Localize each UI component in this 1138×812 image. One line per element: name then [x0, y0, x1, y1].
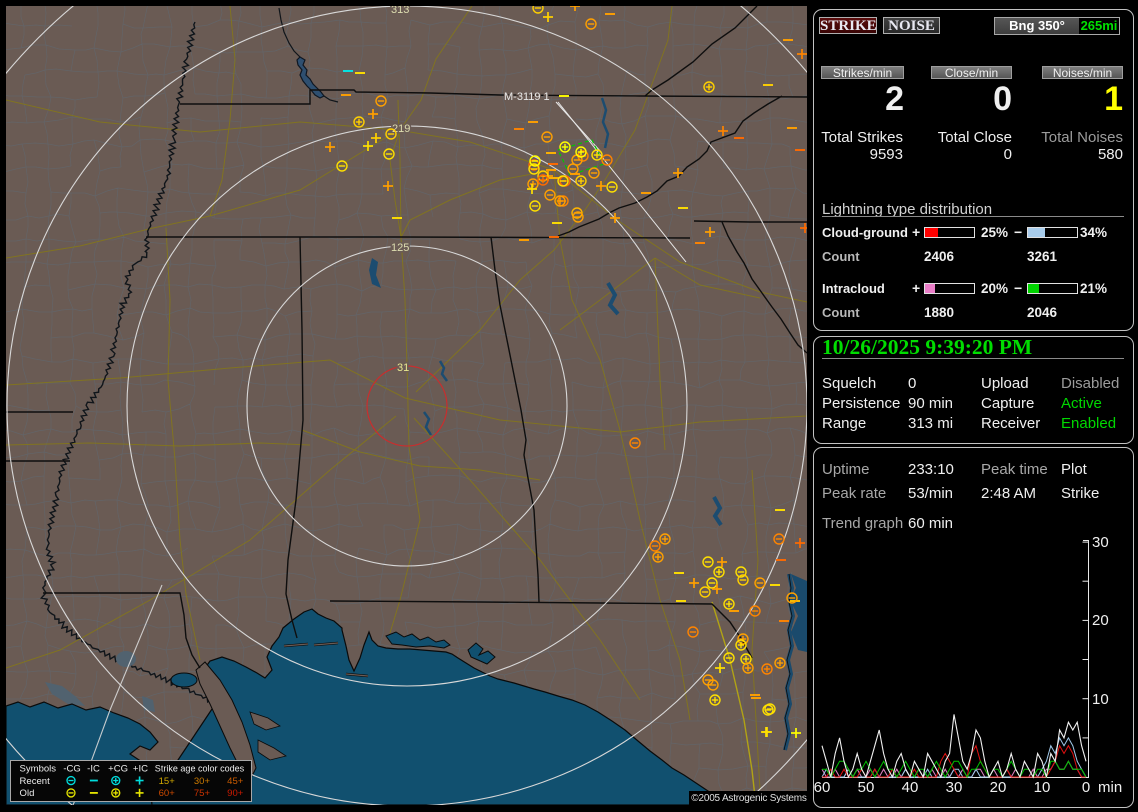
svg-text:31: 31 [397, 362, 409, 374]
svg-text:30+: 30+ [194, 776, 211, 787]
svg-text:min: min [1098, 779, 1122, 796]
svg-text:0: 0 [1082, 779, 1090, 796]
svg-text:-CG: -CG [63, 763, 80, 774]
svg-text:Symbols: Symbols [20, 763, 57, 774]
svg-text:45+: 45+ [227, 776, 244, 787]
svg-text:Strike age color codes: Strike age color codes [155, 763, 245, 773]
svg-text:75+: 75+ [194, 788, 211, 799]
svg-text:219: 219 [392, 123, 410, 135]
svg-text:Recent: Recent [20, 776, 51, 787]
svg-text:20: 20 [1092, 612, 1109, 629]
svg-text:10: 10 [1092, 691, 1109, 708]
svg-text:-IC: -IC [87, 763, 100, 774]
svg-text:+IC: +IC [133, 763, 148, 774]
svg-text:20: 20 [990, 779, 1007, 796]
svg-text:10: 10 [1034, 779, 1051, 796]
svg-text:60: 60 [814, 779, 831, 796]
svg-text:313: 313 [391, 6, 409, 16]
svg-text:30: 30 [946, 779, 963, 796]
svg-text:15+: 15+ [159, 776, 176, 787]
svg-text:30: 30 [1092, 534, 1109, 551]
svg-text:Old: Old [20, 788, 35, 799]
svg-text:+CG: +CG [108, 763, 128, 774]
svg-text:M-3119 1: M-3119 1 [504, 91, 550, 103]
svg-text:90+: 90+ [227, 788, 244, 799]
svg-text:50: 50 [858, 779, 875, 796]
svg-text:40: 40 [902, 779, 919, 796]
svg-text:60+: 60+ [159, 788, 176, 799]
svg-text:125: 125 [391, 242, 409, 254]
